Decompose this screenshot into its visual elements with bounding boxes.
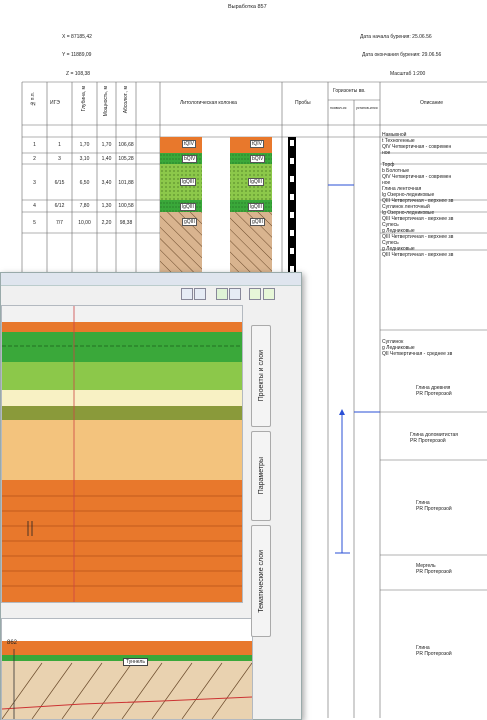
litho-code: gQIII xyxy=(182,218,197,226)
litho-code: lgQIII xyxy=(248,178,264,186)
description-item: Глина PR Протерозой xyxy=(416,645,452,657)
col-ige: ИГЭ xyxy=(50,100,60,106)
cell-no: 3 xyxy=(33,180,36,186)
tab-thematic-layers[interactable]: Тематические слои xyxy=(251,525,271,637)
cell-abs: 100,58 xyxy=(118,203,134,209)
cell-depth: 7,80 xyxy=(79,203,90,209)
cell-abs: 98,38 xyxy=(119,220,133,226)
litho-code: bQIV xyxy=(182,155,198,163)
tab-parameters[interactable]: Параметры xyxy=(251,431,271,521)
cell-thickness: 3,40 xyxy=(101,180,112,186)
toolbar-arrow-icon[interactable] xyxy=(263,288,275,300)
litho-code: tQIV xyxy=(182,140,197,148)
cell-no: 2 xyxy=(33,156,36,162)
description-item: Суглинок ленточный lg Озерно-ледниковые QI… xyxy=(382,204,454,222)
description-item: Мергель PR Протерозой xyxy=(416,563,452,575)
cell-depth: 10,00 xyxy=(78,220,91,226)
col-layer-no: №п.п. xyxy=(30,92,36,107)
litho-code: lgQIII xyxy=(180,203,196,211)
col-thickness: Мощность, м xyxy=(103,86,109,117)
map-canvas[interactable] xyxy=(1,305,243,603)
tunnel-label: Туннель xyxy=(123,658,148,666)
col-depth: Глубина, м xyxy=(81,86,87,112)
cell-thickness: 1,30 xyxy=(101,203,112,209)
cell-abs: 101,88 xyxy=(118,180,134,186)
toolbar-arrow-icon[interactable] xyxy=(249,288,261,300)
description-item: Супесь g Ледниковые QIII Четвертичная - ве… xyxy=(382,240,454,258)
cell-no: 1 xyxy=(33,142,36,148)
col-description: Описание xyxy=(420,100,444,106)
toolbar-layers-icon[interactable] xyxy=(194,288,206,300)
col-water-appear: появил-ся xyxy=(330,106,347,110)
cell-ige: 6/15 xyxy=(54,180,65,186)
litho-code: lgQIII xyxy=(180,178,196,186)
profile-coordinate: 862 xyxy=(7,640,18,646)
col-water-set: установ-ился xyxy=(356,106,378,110)
cell-abs: 105,28 xyxy=(118,156,134,162)
description-item: Суглинок g Ледниковые QII Четвертичная - с… xyxy=(382,339,453,357)
description-item: Глина доломитистая PR Протерозой xyxy=(410,432,458,444)
litho-code: bQIV xyxy=(250,155,266,163)
col-lithology: Литологическая колонка xyxy=(180,100,237,106)
cell-abs: 106,68 xyxy=(118,142,134,148)
description-item: Торф b Болотные QIV Четвертичная - совреме… xyxy=(382,162,452,186)
litho-code: tQIV xyxy=(250,140,265,148)
toolbar-grid-icon[interactable] xyxy=(181,288,193,300)
description-item: Глина PR Протерозой xyxy=(416,500,452,512)
col-water: Горизонты вв. xyxy=(333,88,366,94)
cell-no: 5 xyxy=(33,220,36,226)
gis-app-window[interactable]: 862 Туннель Проекты и слои Параметры Тем… xyxy=(0,272,302,720)
profile-canvas[interactable] xyxy=(1,618,253,720)
description-item: Намывной t Техногенные QIV Четвертичная - … xyxy=(382,132,452,156)
cell-depth: 3,10 xyxy=(79,156,90,162)
cell-depth: 1,70 xyxy=(79,142,90,148)
cell-ige: 6/12 xyxy=(54,203,65,209)
description-item: Глина древняя PR Протерозой xyxy=(416,385,452,397)
cell-thickness: 2,20 xyxy=(101,220,112,226)
col-samples: Пробы xyxy=(295,100,311,106)
cell-depth: 6,50 xyxy=(79,180,90,186)
litho-code: lgQIII xyxy=(248,203,264,211)
tab-projects-layers[interactable]: Проекты и слои xyxy=(251,325,271,427)
toolbar-add-icon[interactable] xyxy=(216,288,228,300)
cell-ige: 1 xyxy=(58,142,61,148)
col-abs-mark: Абсолют., м xyxy=(123,86,129,114)
window-titlebar[interactable] xyxy=(1,273,301,286)
cell-thickness: 1,40 xyxy=(101,156,112,162)
cell-no: 4 xyxy=(33,203,36,209)
toolbar-table-icon[interactable] xyxy=(229,288,241,300)
cell-ige: 7/7 xyxy=(56,220,63,226)
cell-thickness: 1,70 xyxy=(101,142,112,148)
description-item: Супесь g Ледниковые QIII Четвертичная - ве… xyxy=(382,222,454,240)
litho-code: gQIII xyxy=(250,218,265,226)
description-item: Глина ленточная lg Озерно-ледниковые QIII … xyxy=(382,186,454,204)
cell-ige: 3 xyxy=(58,156,61,162)
